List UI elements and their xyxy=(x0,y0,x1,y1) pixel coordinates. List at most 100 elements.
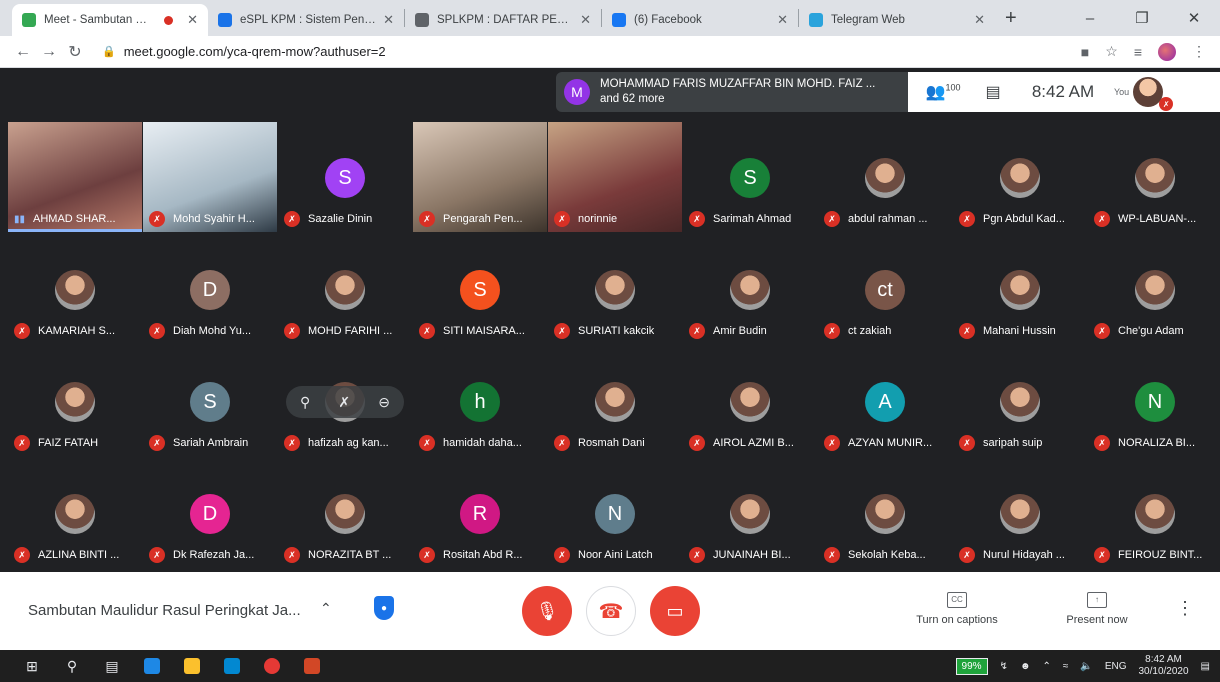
close-window-button[interactable]: ✕ xyxy=(1168,0,1220,36)
mic-toggle-button[interactable]: 🎙 xyxy=(522,586,572,636)
participant-tile[interactable]: ✗ Mohd Syahir H... xyxy=(143,122,277,232)
participant-tile[interactable]: S ✗ Sarimah Ahmad xyxy=(683,122,817,232)
participant-tile[interactable]: D ✗ Dk Rafezah Ja... xyxy=(143,458,277,568)
tab-close-icon[interactable]: ✕ xyxy=(974,12,985,28)
participant-tile[interactable]: ✗ WP-LABUAN-... xyxy=(1088,122,1220,232)
browser-tab[interactable]: (6) Facebook ✕ xyxy=(602,4,798,36)
chevron-up-icon[interactable]: ⌃ xyxy=(320,600,332,617)
participant-tile[interactable]: ✗ FAIZ FATAH xyxy=(8,346,142,456)
wifi-icon[interactable]: ≈ xyxy=(1063,661,1069,672)
participant-tile[interactable]: ✗ FEIROUZ BINT... xyxy=(1088,458,1220,568)
camera-icon[interactable]: ■ xyxy=(1081,44,1089,60)
people-button[interactable]: 👥100 xyxy=(918,82,968,102)
present-now-button[interactable]: ↑ Present now xyxy=(1042,592,1152,626)
back-button[interactable]: ← xyxy=(10,43,36,61)
browser-tab[interactable]: Telegram Web ✕ xyxy=(799,4,995,36)
restore-button[interactable]: ❐ xyxy=(1116,0,1168,36)
participant-tile[interactable]: ✗ Pgn Abdul Kad... xyxy=(953,122,1087,232)
camera-toggle-button[interactable]: ▭ xyxy=(650,586,700,636)
host-controls-shield-icon[interactable]: ● xyxy=(374,596,394,620)
mail-icon[interactable] xyxy=(212,650,252,682)
chevron-up-tray-icon[interactable]: ⌃ xyxy=(1042,661,1050,672)
participant-tile[interactable]: ⚲ ✗ ⊖ ✗ hafizah ag kan... xyxy=(278,346,412,456)
self-view-avatar[interactable]: ✗ xyxy=(1133,77,1174,111)
participant-label: ✗ Mahani Hussin xyxy=(959,322,1083,340)
muted-mic-icon: ✗ xyxy=(419,211,435,227)
participant-tile[interactable]: ✗ SURIATI kakcik xyxy=(548,234,682,344)
meet-top-bar: M MOHAMMAD FARIS MUZAFFAR BIN MOHD. FAIZ… xyxy=(0,68,1220,118)
participant-tile[interactable]: h ✗ hamidah daha... xyxy=(413,346,547,456)
participant-label: ✗ Pgn Abdul Kad... xyxy=(959,210,1083,228)
meeting-title[interactable]: Sambutan Maulidur Rasul Peringkat Ja... xyxy=(28,602,301,619)
edge-icon[interactable] xyxy=(132,650,172,682)
participant-avatar: ct xyxy=(865,270,905,310)
mute-participant-icon[interactable]: ✗ xyxy=(338,394,350,411)
new-tab-button[interactable]: + xyxy=(1005,7,1017,30)
battery-indicator[interactable]: 99% xyxy=(955,657,988,675)
tab-favicon-icon xyxy=(218,13,232,27)
taskbar-clock[interactable]: 8:42 AM 30/10/2020 xyxy=(1138,654,1188,678)
file-explorer-icon[interactable] xyxy=(172,650,212,682)
pin-icon[interactable]: ⚲ xyxy=(300,394,310,411)
browser-tab[interactable]: eSPL KPM : Sistem Pengurusan ✕ xyxy=(208,4,404,36)
participant-tile[interactable]: ✗ AZLINA BINTI ... xyxy=(8,458,142,568)
participant-name: NORALIZA BI... xyxy=(1118,437,1196,449)
participant-tile[interactable]: S ✗ Sariah Ambrain xyxy=(143,346,277,456)
task-view-icon[interactable]: ▤ xyxy=(92,650,132,682)
participant-tile[interactable]: ✗ Mahani Hussin xyxy=(953,234,1087,344)
reading-list-icon[interactable]: ≡ xyxy=(1134,44,1142,60)
url-field[interactable]: 🔒 meet.google.com/yca-qrem-mow?authuser=… xyxy=(102,44,1081,59)
participant-tile[interactable]: ct ✗ ct zakiah xyxy=(818,234,952,344)
participant-tile[interactable]: D ✗ Diah Mohd Yu... xyxy=(143,234,277,344)
participant-tile[interactable]: ✗ AIROL AZMI B... xyxy=(683,346,817,456)
participant-tile[interactable]: ▮▮ AHMAD SHAR... xyxy=(8,122,142,232)
powerpoint-icon[interactable] xyxy=(292,650,332,682)
participant-tile[interactable]: ✗ JUNAINAH BI... xyxy=(683,458,817,568)
participant-tile[interactable]: ✗ KAMARIAH S... xyxy=(8,234,142,344)
participant-tile[interactable]: S ✗ Sazalie Dinin xyxy=(278,122,412,232)
reload-button[interactable]: ↻ xyxy=(62,42,88,62)
minimize-button[interactable]: – xyxy=(1064,0,1116,36)
participant-tile[interactable]: ✗ abdul rahman ... xyxy=(818,122,952,232)
chrome-icon[interactable] xyxy=(252,650,292,682)
participant-tile[interactable]: S ✗ SITI MAISARA... xyxy=(413,234,547,344)
tab-close-icon[interactable]: ✕ xyxy=(383,12,394,28)
participant-tile[interactable]: ✗ NORAZITA BT ... xyxy=(278,458,412,568)
participant-tile[interactable]: ✗ Che'gu Adam xyxy=(1088,234,1220,344)
leave-call-button[interactable]: ☎ xyxy=(586,586,636,636)
search-icon[interactable]: ⚲ xyxy=(52,650,92,682)
more-options-icon[interactable]: ⋮ xyxy=(1176,598,1194,619)
participant-tile[interactable]: R ✗ Rositah Abd R... xyxy=(413,458,547,568)
tab-close-icon[interactable]: ✕ xyxy=(580,12,591,28)
notification-icon[interactable]: ▤ xyxy=(1201,661,1210,672)
people-tray-icon[interactable]: ☻ xyxy=(1020,661,1031,672)
forward-button[interactable]: → xyxy=(36,43,62,61)
participant-tile[interactable]: ✗ norinnie xyxy=(548,122,682,232)
captions-button[interactable]: CC Turn on captions xyxy=(902,592,1012,626)
browser-tab[interactable]: SPLKPM : DAFTAR PESERTA LD ✕ xyxy=(405,4,601,36)
participant-tile[interactable]: ✗ Amir Budin xyxy=(683,234,817,344)
participant-tile[interactable]: N ✗ Noor Aini Latch xyxy=(548,458,682,568)
participant-name: AZYAN MUNIR... xyxy=(848,437,933,449)
participant-tile[interactable]: A ✗ AZYAN MUNIR... xyxy=(818,346,952,456)
meet-info-panel: 👥100 ▤ 8:42 AM You ✗ xyxy=(908,72,1220,112)
participant-tile[interactable]: ✗ saripah suip xyxy=(953,346,1087,456)
remove-participant-icon[interactable]: ⊖ xyxy=(378,394,390,411)
participant-tile[interactable]: ✗ MOHD FARIHI ... xyxy=(278,234,412,344)
presenter-chip[interactable]: M MOHAMMAD FARIS MUZAFFAR BIN MOHD. FAIZ… xyxy=(556,72,908,112)
tab-close-icon[interactable]: ✕ xyxy=(777,12,788,28)
volume-icon[interactable]: 🔈 xyxy=(1080,661,1092,672)
language-indicator[interactable]: ENG xyxy=(1105,661,1127,672)
tab-close-icon[interactable]: ✕ xyxy=(187,12,198,28)
profile-avatar[interactable] xyxy=(1158,42,1176,61)
chat-button[interactable]: ▤ xyxy=(968,82,1018,102)
star-icon[interactable]: ☆ xyxy=(1105,43,1118,60)
participant-tile[interactable]: ✗ Rosmah Dani xyxy=(548,346,682,456)
windows-start-icon[interactable]: ⊞ xyxy=(12,650,52,682)
participant-tile[interactable]: N ✗ NORALIZA BI... xyxy=(1088,346,1220,456)
participant-tile[interactable]: ✗ Pengarah Pen... xyxy=(413,122,547,232)
participant-tile[interactable]: ✗ Nurul Hidayah ... xyxy=(953,458,1087,568)
browser-tab[interactable]: Meet - Sambutan Maulidu ✕ xyxy=(12,4,208,36)
menu-kebab-icon[interactable]: ⋮ xyxy=(1192,43,1206,60)
participant-tile[interactable]: ✗ Sekolah Keba... xyxy=(818,458,952,568)
